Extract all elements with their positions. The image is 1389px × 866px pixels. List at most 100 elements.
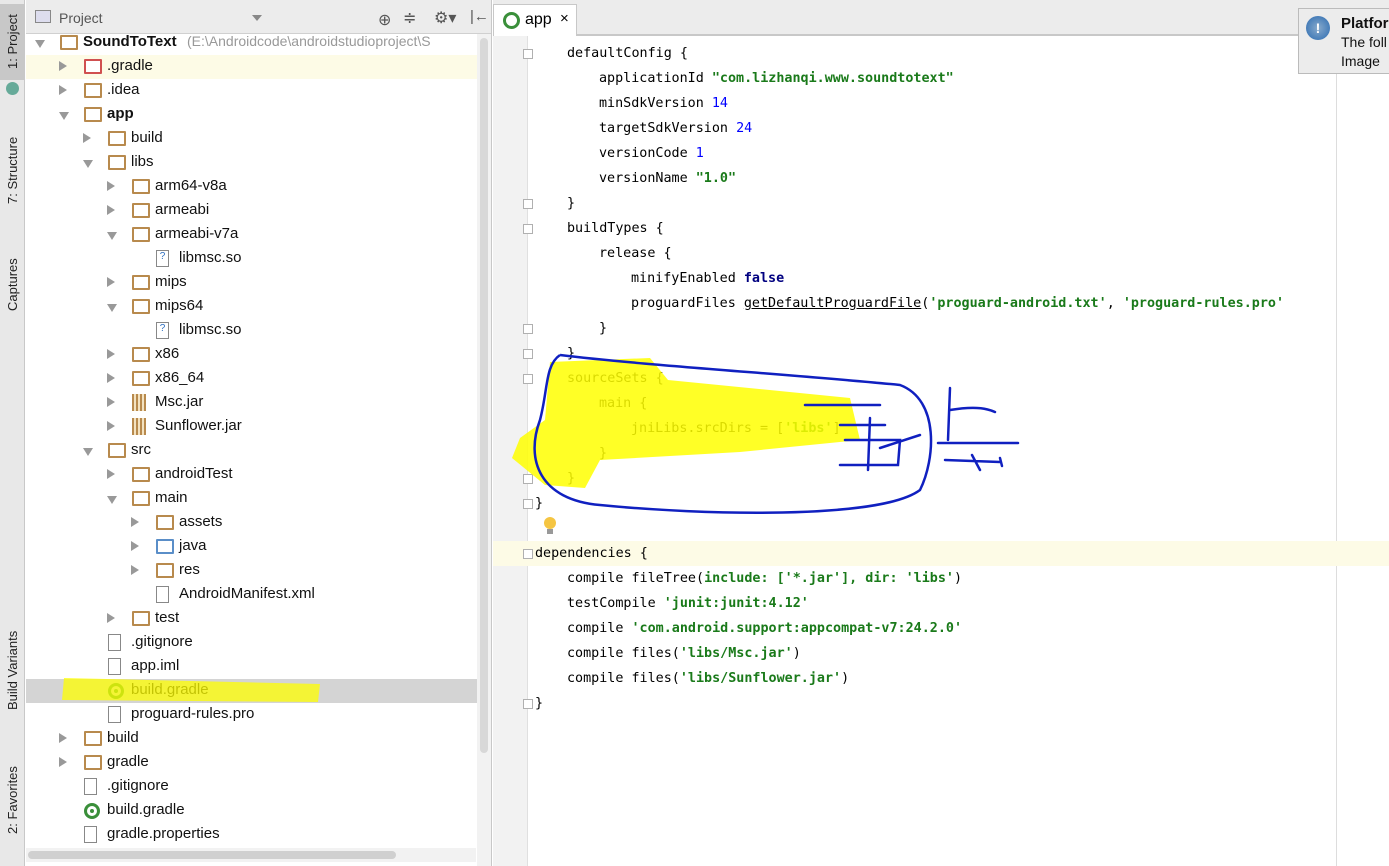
collapsed-arrow-icon[interactable] [107, 373, 115, 383]
tree-item[interactable]: build [26, 727, 477, 751]
fold-marker-icon[interactable] [523, 374, 533, 384]
tool-tab-structure[interactable]: 7: Structure [0, 120, 25, 220]
tree-item[interactable]: armeabi [26, 199, 477, 223]
fold-marker-icon[interactable] [523, 224, 533, 234]
notification-title: Platfor [1341, 15, 1389, 32]
expanded-arrow-icon[interactable] [83, 448, 93, 456]
close-icon[interactable]: × [560, 10, 569, 27]
tree-item[interactable]: .gradle [26, 55, 477, 79]
tree-item[interactable]: arm64-v8a [26, 175, 477, 199]
expanded-arrow-icon[interactable] [107, 304, 117, 312]
gradle-icon [503, 12, 520, 29]
folder-icon [108, 131, 126, 146]
collapsed-arrow-icon[interactable] [59, 733, 67, 743]
locate-icon[interactable]: ⊕ [378, 10, 391, 30]
tool-tab-build-variants[interactable]: Build Variants [0, 610, 25, 730]
collapsed-arrow-icon[interactable] [107, 205, 115, 215]
tree-item[interactable]: proguard-rules.pro [26, 703, 477, 727]
fold-marker-icon[interactable] [523, 474, 533, 484]
tree-item[interactable]: test [26, 607, 477, 631]
tree-item[interactable]: mips64 [26, 295, 477, 319]
tree-item[interactable]: assets [26, 511, 477, 535]
code-token: minifyEnabled [631, 271, 744, 286]
collapsed-arrow-icon[interactable] [107, 397, 115, 407]
tool-tab-project[interactable]: 1: Project [0, 4, 25, 80]
fold-marker-icon[interactable] [523, 199, 533, 209]
vertical-scrollbar[interactable] [477, 34, 491, 866]
tool-tab-captures[interactable]: Captures [0, 245, 25, 325]
tree-item[interactable]: app [26, 103, 477, 127]
tree-item[interactable]: libs [26, 151, 477, 175]
collapsed-arrow-icon[interactable] [107, 181, 115, 191]
fold-marker-icon[interactable] [523, 349, 533, 359]
tree-item[interactable]: Sunflower.jar [26, 415, 477, 439]
collapsed-arrow-icon[interactable] [107, 421, 115, 431]
gradle-icon [108, 683, 124, 699]
collapsed-arrow-icon[interactable] [59, 85, 67, 95]
collapsed-arrow-icon[interactable] [107, 469, 115, 479]
collapsed-arrow-icon[interactable] [59, 757, 67, 767]
fold-marker-icon[interactable] [523, 499, 533, 509]
tree-item[interactable]: res [26, 559, 477, 583]
expanded-arrow-icon[interactable] [59, 112, 69, 120]
code-token: compile files( [567, 646, 680, 661]
tree-item[interactable]: AndroidManifest.xml [26, 583, 477, 607]
tree-item[interactable]: .gitignore [26, 775, 477, 799]
collapsed-arrow-icon[interactable] [107, 277, 115, 287]
collapsed-arrow-icon[interactable] [131, 541, 139, 551]
code-area[interactable]: defaultConfig {applicationId "com.lizhan… [493, 41, 1389, 716]
chevron-down-icon[interactable] [252, 15, 262, 21]
project-view-selector[interactable]: Project [59, 10, 103, 26]
tree-item[interactable]: SoundToText (E:\Androidcode\androidstudi… [26, 31, 477, 55]
tree-item[interactable]: .gitignore [26, 631, 477, 655]
tool-tab-favorites[interactable]: 2: Favorites [0, 750, 25, 850]
collapsed-arrow-icon[interactable] [59, 61, 67, 71]
tree-item[interactable]: .idea [26, 79, 477, 103]
tree-item[interactable]: gradle [26, 751, 477, 775]
expanded-arrow-icon[interactable] [107, 232, 117, 240]
tree-item[interactable]: build.gradle [26, 799, 477, 823]
tree-item[interactable]: main [26, 487, 477, 511]
tree-item[interactable]: java [26, 535, 477, 559]
horizontal-scrollbar[interactable] [26, 848, 476, 862]
tree-item[interactable]: ? libmsc.so [26, 319, 477, 343]
gear-icon[interactable]: ⚙▾ [434, 8, 456, 28]
folder-icon [84, 83, 102, 98]
fold-marker-icon[interactable] [523, 324, 533, 334]
tree-item[interactable]: ? libmsc.so [26, 247, 477, 271]
fold-marker-icon[interactable] [523, 699, 533, 709]
collapse-all-icon[interactable]: ≑ [403, 8, 416, 28]
expanded-arrow-icon[interactable] [35, 40, 45, 48]
hide-panel-icon[interactable]: |← [470, 8, 489, 25]
tree-item[interactable]: app.iml [26, 655, 477, 679]
tree-item[interactable]: mips [26, 271, 477, 295]
tree-item[interactable]: build.gradle [26, 679, 477, 703]
notification-text: The foll [1341, 34, 1387, 50]
fold-marker-icon[interactable] [523, 49, 533, 59]
collapsed-arrow-icon[interactable] [107, 349, 115, 359]
tree-item[interactable]: x86_64 [26, 367, 477, 391]
code-line: compile 'com.android.support:appcompat-v… [493, 616, 1389, 641]
tree-item[interactable]: gradle.properties [26, 823, 477, 847]
expanded-arrow-icon[interactable] [83, 160, 93, 168]
fold-marker-icon[interactable] [523, 549, 533, 559]
collapsed-arrow-icon[interactable] [107, 613, 115, 623]
tree-item[interactable]: armeabi-v7a [26, 223, 477, 247]
tree-item[interactable]: x86 [26, 343, 477, 367]
folder-icon [84, 755, 102, 770]
tree-item-label: app.iml [131, 657, 180, 674]
collapsed-arrow-icon[interactable] [131, 565, 139, 575]
code-token: release { [599, 246, 672, 261]
code-token: } [567, 346, 576, 361]
tree-item[interactable]: build [26, 127, 477, 151]
tree-item[interactable]: Msc.jar [26, 391, 477, 415]
tab-label: app [525, 11, 552, 28]
collapsed-arrow-icon[interactable] [131, 517, 139, 527]
notification-popup[interactable]: ! Platfor The foll Image [1298, 8, 1389, 74]
tab-app[interactable]: app × [493, 4, 577, 36]
collapsed-arrow-icon[interactable] [83, 133, 91, 143]
expanded-arrow-icon[interactable] [107, 496, 117, 504]
tree-item[interactable]: src [26, 439, 477, 463]
tree-item[interactable]: androidTest [26, 463, 477, 487]
tree-item-label: assets [179, 513, 223, 530]
